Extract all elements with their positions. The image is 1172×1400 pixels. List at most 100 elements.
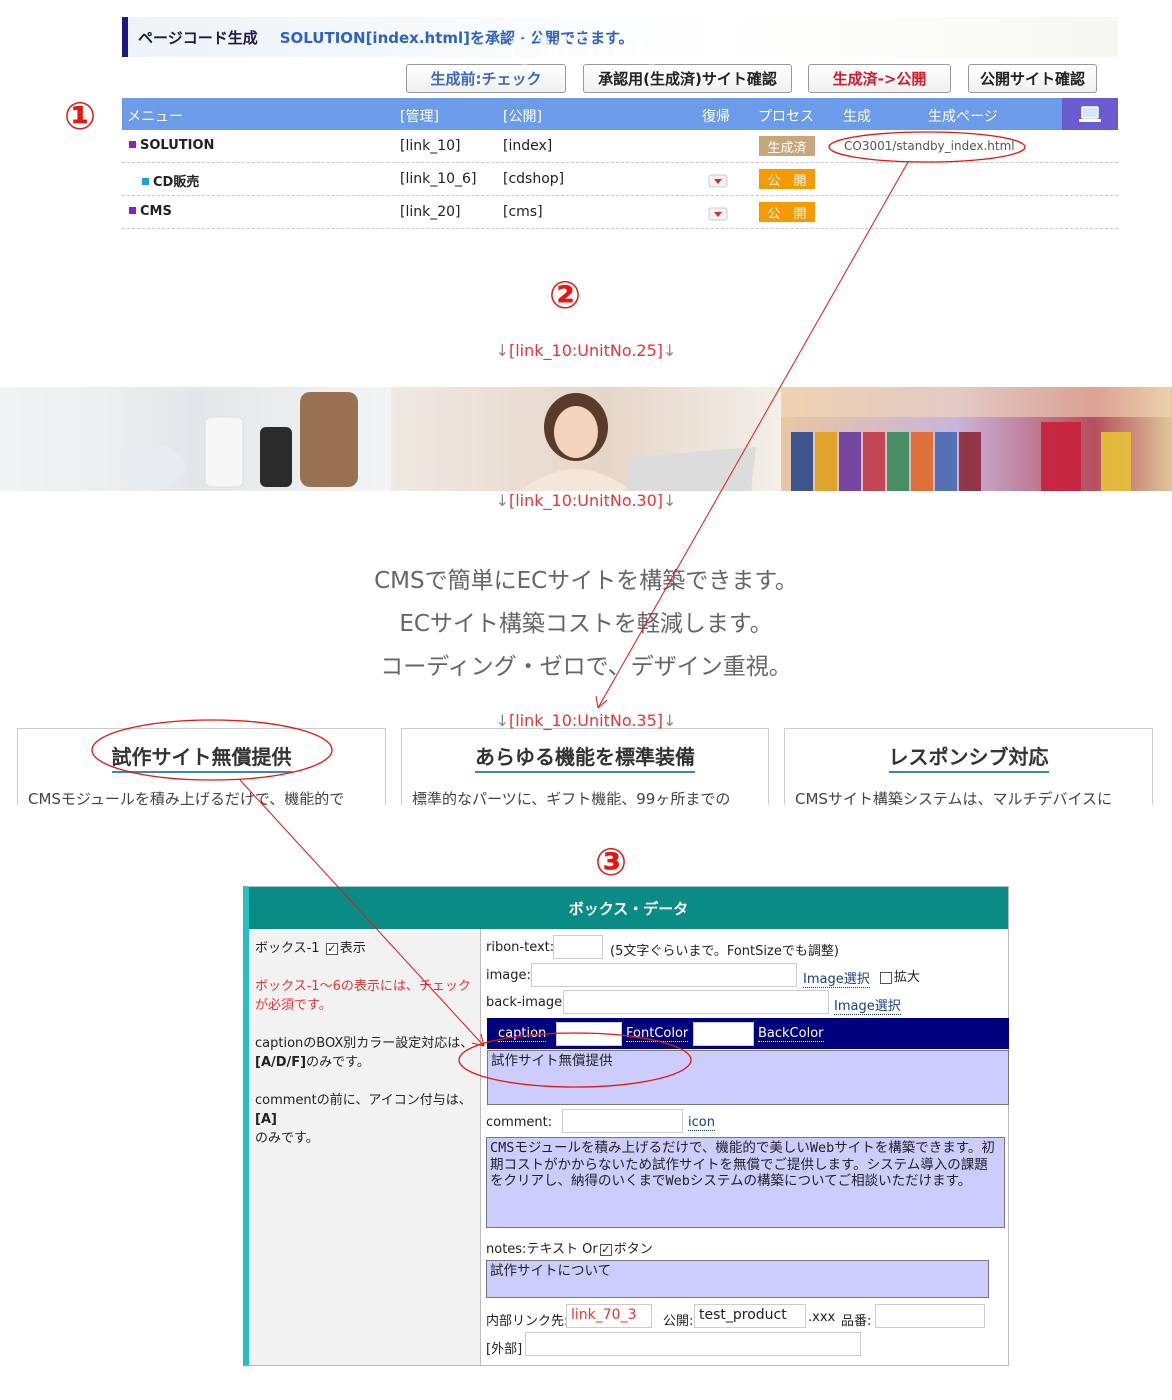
laptop-icon[interactable]: [1062, 98, 1118, 130]
notes-button-label: ボタン: [613, 1242, 653, 1257]
ribon-text-input[interactable]: [553, 935, 603, 959]
required-note: ボックス-1～6の表示には、チェックが必須です。: [255, 979, 471, 1013]
manage-value: [link_10]: [400, 138, 461, 154]
lead-line-3: コーディング・ゼロで、デザイン重視。: [380, 654, 792, 680]
clothing-rack-photo: [781, 387, 1172, 491]
comment-note-bold: [A]: [255, 1112, 277, 1127]
annotation-marker-3: ③: [595, 840, 628, 884]
menu-row: CMS [link_20] [cms] 公 開: [122, 196, 1118, 229]
cosmetics-photo: [0, 387, 391, 491]
woman-laptop-photo: [390, 387, 782, 491]
restore-icon[interactable]: [708, 173, 728, 189]
menu-name[interactable]: CMS: [140, 204, 172, 219]
caption-label: caption: [498, 1026, 547, 1042]
enlarge-label: 拡大: [894, 970, 921, 985]
unit-label-35: ↓[link_10:UnitNo.35]↓: [495, 711, 677, 730]
comment-label: comment:: [486, 1115, 553, 1130]
font-color-link[interactable]: FontColor: [626, 1026, 689, 1042]
lead-line-1: CMSで簡単にECサイトを構築できます。: [374, 568, 798, 594]
enlarge-checkbox[interactable]: [880, 971, 892, 984]
public-value: [cms]: [503, 204, 543, 220]
col-menu: メニュー: [127, 109, 183, 125]
notes-button-checkbox[interactable]: ✓: [599, 1243, 612, 1256]
public-value: [cdshop]: [503, 171, 565, 187]
menu-row: SOLUTION [link_10] [index] 生成済 CO3001/st…: [122, 130, 1118, 163]
col-restore: 復帰: [702, 109, 730, 125]
menu-table-header: メニュー [管理] [公開] 復帰 プロセス 生成 生成ページ: [122, 98, 1118, 130]
feature-box-title: 試作サイト無償提供: [111, 745, 292, 773]
caption-note-bold: [A/D/F]: [255, 1055, 307, 1070]
manage-value: [link_10_6]: [400, 171, 477, 187]
public-input[interactable]: test_product: [694, 1304, 806, 1328]
restore-icon[interactable]: [708, 206, 728, 222]
hero-banner: [0, 387, 1172, 491]
feature-box-2: あらゆる機能を標準装備 標準的なパーツに、ギフト機能、99ヶ所までの: [401, 728, 769, 808]
show-label: 表示: [339, 941, 366, 956]
feature-box-1: 試作サイト無償提供 CMSモジュールを積み上げるだけで、機能的で: [17, 728, 386, 808]
back-image-input[interactable]: [563, 990, 829, 1014]
public-label: 公開:: [663, 1314, 694, 1329]
col-process: プロセス: [758, 109, 814, 125]
comment-note-tail: のみです。: [255, 1131, 319, 1146]
caption-font-color-input[interactable]: [556, 1022, 622, 1046]
process-badge[interactable]: 公 開: [759, 169, 815, 189]
image-input[interactable]: [531, 963, 797, 987]
comment-textarea[interactable]: CMSモジュールを積み上げるだけで、機能的で美しいWebサイトを構築できます。初…: [486, 1137, 1005, 1228]
public-value: [index]: [503, 138, 553, 154]
external-link-input[interactable]: [525, 1332, 861, 1356]
manage-value: [link_20]: [400, 204, 461, 220]
ribon-label: ribon-text:: [486, 940, 555, 955]
menu-table: メニュー [管理] [公開] 復帰 プロセス 生成 生成ページ SOLUTION…: [122, 98, 1118, 229]
lead-line-2: ECサイト構築コストを軽減します。: [399, 611, 773, 637]
feature-box-3: レスポンシブ対応 CMSサイト構築システムは、マルチデバイスに: [784, 728, 1153, 808]
inner-link-input[interactable]: link_70_3: [566, 1304, 652, 1328]
menu-name[interactable]: SOLUTION: [140, 138, 214, 153]
product-label: 品番:: [841, 1314, 872, 1329]
caption-textarea[interactable]: 試作サイト無償提供: [487, 1050, 1009, 1105]
col-generate: 生成: [843, 109, 871, 125]
generated-page-link[interactable]: CO3001/standby_index.html: [844, 139, 1015, 153]
inner-link-label: 内部リンク先:: [486, 1314, 569, 1329]
image-select-link[interactable]: Image選択: [803, 968, 870, 988]
caption-back-color-input[interactable]: [693, 1022, 754, 1046]
process-badge[interactable]: 生成済: [759, 136, 815, 156]
menu-row: CD販売 [link_10_6] [cdshop] 公 開: [122, 163, 1118, 196]
notes-label: notes:テキスト Or: [486, 1242, 598, 1257]
menu-name[interactable]: CD販売: [153, 175, 199, 190]
comment-note: commentの前に、アイコン付与は、: [255, 1093, 472, 1108]
box-data-form: ボックス・データ ボックス-1 ✓ 表示 ボックス-1～6の表示には、チェックが必…: [243, 886, 1009, 1366]
box-label: ボックス-1: [255, 941, 320, 956]
feature-box-title: あらゆる機能を標準装備: [475, 745, 695, 773]
annotation-arrowhead: [595, 695, 608, 709]
caption-note: captionのBOX別カラー設定対応は、: [255, 1036, 474, 1051]
external-label: [外部]: [486, 1342, 523, 1357]
ribon-hint: (5文字ぐらいまで。FontSizeでも調整): [610, 944, 839, 959]
feature-box-title: レスポンシブ対応: [888, 745, 1049, 773]
caption-note-tail: のみです。: [306, 1055, 370, 1070]
process-badge[interactable]: 公 開: [759, 202, 815, 222]
notes-line: notes:テキスト Or ✓ ボタン: [486, 1238, 653, 1257]
form-help-column: ボックス-1 ✓ 表示 ボックス-1～6の表示には、チェックが必須です。 capt…: [249, 929, 481, 1365]
form-title: ボックス・データ: [249, 887, 1008, 929]
product-input[interactable]: [875, 1304, 985, 1328]
unit-label-30: ↓[link_10:UnitNo.30]↓: [495, 491, 677, 510]
bullet-square-icon: [142, 178, 149, 185]
show-checkbox[interactable]: ✓: [325, 942, 338, 955]
icon-link[interactable]: icon: [688, 1115, 715, 1131]
annotation-marker-1: ①: [64, 94, 97, 138]
col-public: [公開]: [503, 109, 542, 125]
bullet-square-icon: [129, 207, 136, 214]
bullet-square-icon: [129, 141, 136, 148]
annotation-marker-2: ②: [549, 273, 582, 317]
back-image-select-link[interactable]: Image選択: [834, 995, 901, 1015]
comment-input[interactable]: [562, 1109, 683, 1133]
form-fields-column: ribon-text: (5文字ぐらいまで。FontSizeでも調整) imag…: [481, 929, 1009, 1365]
image-label: image:: [486, 968, 531, 983]
back-color-link[interactable]: BackColor: [758, 1026, 824, 1042]
caption-bar: caption FontColor BackColor: [487, 1018, 1009, 1049]
col-generated-page: 生成ページ: [928, 109, 998, 125]
col-manage: [管理]: [400, 109, 439, 125]
unit-label-25: ↓[link_10:UnitNo.25]↓: [495, 341, 677, 360]
back-image-label: back-image:: [486, 995, 567, 1010]
notes-textarea[interactable]: 試作サイトについて: [486, 1260, 989, 1298]
